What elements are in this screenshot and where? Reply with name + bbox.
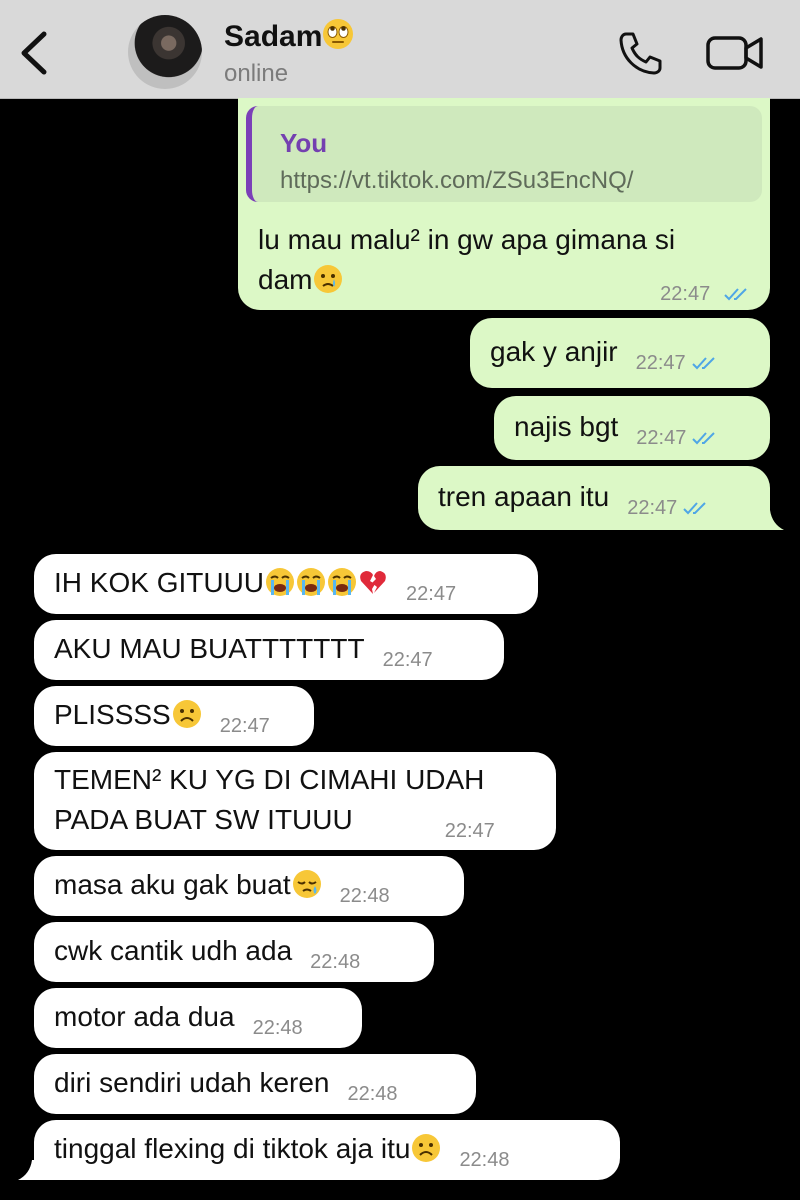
message-time: 22:48 xyxy=(310,951,361,973)
message-text-line: PADA BUAT SW ITUUU xyxy=(54,804,353,835)
message-time: 22:48 xyxy=(347,1083,398,1105)
message-text: diri sendiri udah keren xyxy=(54,1067,330,1098)
message-text: tinggal flexing di tiktok aja itu xyxy=(54,1133,411,1164)
incoming-message[interactable]: diri sendiri udah keren 22:48 xyxy=(34,1054,476,1114)
message-time: 22:47 xyxy=(382,649,433,671)
read-ticks-icon xyxy=(692,432,716,445)
read-ticks-icon xyxy=(691,357,715,370)
contact-name-row[interactable]: Sadam xyxy=(224,18,354,54)
message-time: 22:47 xyxy=(627,497,678,519)
quoted-message[interactable]: You https://vt.tiktok.com/ZSu3EncNQ/ xyxy=(246,106,762,202)
incoming-message[interactable]: AKU MAU BUATTTTTTT 22:47 xyxy=(34,620,504,680)
bubble-tail xyxy=(18,1160,36,1180)
incoming-message[interactable]: PLISSSS 22:47 xyxy=(34,686,314,746)
read-ticks-icon xyxy=(683,502,707,515)
phone-icon[interactable] xyxy=(616,30,664,76)
message-time: 22:47 xyxy=(660,283,711,305)
incoming-message[interactable]: tinggal flexing di tiktok aja itu 22:48 xyxy=(34,1120,620,1180)
message-text-line: dam xyxy=(258,264,313,295)
outgoing-message[interactable]: tren apaan itu 22:47 xyxy=(418,466,770,530)
avatar[interactable] xyxy=(128,15,202,89)
chevron-left-icon[interactable] xyxy=(14,28,54,78)
message-text: masa aku gak buat xyxy=(54,869,291,900)
message-text: gak y anjir xyxy=(490,336,618,367)
contact-name: Sadam xyxy=(224,20,323,53)
outgoing-message[interactable]: You https://vt.tiktok.com/ZSu3EncNQ/ lu … xyxy=(238,98,770,310)
video-camera-icon[interactable] xyxy=(706,34,764,72)
incoming-message[interactable]: TEMEN² KU YG DI CIMAHI UDAH PADA BUAT SW… xyxy=(34,752,556,850)
message-time: 22:48 xyxy=(252,1017,303,1039)
frowning-face-icon xyxy=(412,1134,441,1162)
incoming-message[interactable]: IH KOK GITUUU 22:47 xyxy=(34,554,538,614)
message-text: motor ada dua xyxy=(54,1001,235,1032)
loudly-crying-face-icon xyxy=(328,568,357,596)
incoming-message[interactable]: motor ada dua 22:48 xyxy=(34,988,362,1048)
incoming-message[interactable]: masa aku gak buat 22:48 xyxy=(34,856,464,916)
message-text: IH KOK GITUUU xyxy=(54,567,265,598)
contact-status: online xyxy=(224,60,289,87)
message-text: AKU MAU BUATTTTTTT xyxy=(54,633,365,664)
loudly-crying-face-icon xyxy=(297,568,326,596)
message-time: 22:48 xyxy=(339,885,390,907)
bubble-tail xyxy=(766,510,784,530)
message-time: 22:47 xyxy=(635,352,686,374)
message-time: 22:47 xyxy=(636,427,687,449)
quote-link[interactable]: https://vt.tiktok.com/ZSu3EncNQ/ xyxy=(280,158,633,204)
message-text: najis bgt xyxy=(514,411,619,442)
message-time: 22:48 xyxy=(459,1149,510,1171)
loudly-crying-face-icon xyxy=(266,568,295,596)
read-ticks-icon xyxy=(724,288,747,301)
message-time: 22:47 xyxy=(406,583,457,605)
incoming-message[interactable]: cwk cantik udh ada 22:48 xyxy=(34,922,434,982)
message-text: PLISSSS xyxy=(54,699,171,730)
message-text: tren apaan itu xyxy=(438,481,610,512)
message-time: 22:47 xyxy=(444,820,495,842)
chat-header: Sadam online xyxy=(0,0,800,99)
message-text-line: TEMEN² KU YG DI CIMAHI UDAH xyxy=(54,764,485,795)
message-text: cwk cantik udh ada xyxy=(54,935,293,966)
frowning-face-icon xyxy=(172,700,201,728)
sleepy-face-icon xyxy=(292,870,321,898)
outgoing-message[interactable]: gak y anjir 22:47 xyxy=(470,318,770,388)
crying-face-icon xyxy=(314,265,343,293)
face-with-rolling-eyes-icon xyxy=(323,19,354,49)
outgoing-message[interactable]: najis bgt 22:47 xyxy=(494,396,770,460)
message-time: 22:47 xyxy=(219,715,270,737)
broken-heart-icon xyxy=(360,571,386,594)
message-text-line: lu mau malu² in gw apa gimana si xyxy=(258,224,676,255)
